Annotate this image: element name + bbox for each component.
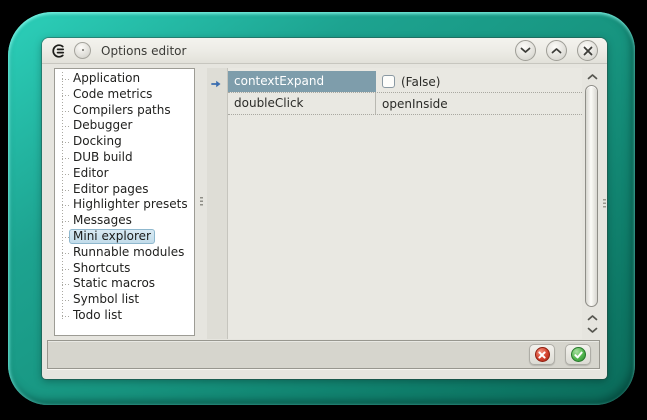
property-value-cell[interactable]: openInside xyxy=(376,93,582,114)
cancel-cross-icon xyxy=(535,347,550,362)
accept-button[interactable] xyxy=(565,344,591,365)
scroll-up-button-bottom[interactable] xyxy=(582,311,602,324)
sidebar-item-debugger[interactable]: Debugger xyxy=(55,118,194,134)
options-editor-window: Options editor Application Code metrics … xyxy=(42,38,607,379)
category-tree: Application Code metrics Compilers paths… xyxy=(55,69,194,324)
chevron-down-icon xyxy=(587,327,598,334)
sidebar-item-todo-list[interactable]: Todo list xyxy=(55,308,194,324)
chevron-up-icon xyxy=(587,73,598,80)
property-value-label: openInside xyxy=(382,94,448,114)
titlebar[interactable]: Options editor xyxy=(42,38,607,64)
property-grid: contextExpand (False) doubleClick openIn… xyxy=(207,68,602,339)
row-pointer-arrow-icon xyxy=(211,79,223,89)
close-button[interactable] xyxy=(577,40,598,61)
cancel-button[interactable] xyxy=(529,344,555,365)
sidebar-item-static-macros[interactable]: Static macros xyxy=(55,276,194,292)
sidebar-item-application[interactable]: Application xyxy=(55,71,194,87)
chevron-down-icon xyxy=(520,47,531,54)
property-row-contextexpand[interactable]: contextExpand (False) xyxy=(228,71,582,93)
window-menu-button[interactable] xyxy=(74,42,91,59)
shade-button[interactable] xyxy=(515,40,536,61)
scroll-up-button[interactable] xyxy=(582,70,602,83)
sidebar-item-editor-pages[interactable]: Editor pages xyxy=(55,182,194,198)
window-edge-grip[interactable] xyxy=(603,199,606,209)
app-logo-icon xyxy=(51,43,67,59)
property-row-doubleclick[interactable]: doubleClick openInside xyxy=(228,93,582,115)
sidebar-item-shortcuts[interactable]: Shortcuts xyxy=(55,261,194,277)
sidebar-item-messages[interactable]: Messages xyxy=(55,213,194,229)
vertical-scrollbar[interactable] xyxy=(582,68,602,339)
property-value-label: (False) xyxy=(401,72,441,92)
close-icon xyxy=(583,46,593,56)
scrollbar-thumb[interactable] xyxy=(585,85,598,307)
scroll-down-button[interactable] xyxy=(582,324,602,337)
sidebar-item-code-metrics[interactable]: Code metrics xyxy=(55,87,194,103)
property-grid-gutter xyxy=(207,68,228,339)
tree-grid-splitter[interactable] xyxy=(196,68,207,336)
property-grid-rows: contextExpand (False) doubleClick openIn… xyxy=(228,68,582,339)
property-value-cell[interactable]: (False) xyxy=(376,71,582,92)
sidebar-item-mini-explorer[interactable]: Mini explorer xyxy=(55,229,194,245)
client-area: Application Code metrics Compilers paths… xyxy=(42,65,607,379)
sidebar-item-runnable-modules[interactable]: Runnable modules xyxy=(55,245,194,261)
category-tree-panel: Application Code metrics Compilers paths… xyxy=(54,68,195,336)
checkbox-unchecked-icon[interactable] xyxy=(382,75,395,88)
property-name[interactable]: contextExpand xyxy=(228,71,376,92)
sidebar-item-docking[interactable]: Docking xyxy=(55,134,194,150)
sidebar-item-symbol-list[interactable]: Symbol list xyxy=(55,292,194,308)
sidebar-item-highlighter-presets[interactable]: Highlighter presets xyxy=(55,197,194,213)
sidebar-item-editor[interactable]: Editor xyxy=(55,166,194,182)
accept-check-icon xyxy=(571,347,586,362)
chevron-up-icon xyxy=(551,47,562,54)
sidebar-item-dub-build[interactable]: DUB build xyxy=(55,150,194,166)
bottom-button-bar xyxy=(47,340,600,369)
unshade-button[interactable] xyxy=(546,40,567,61)
chevron-up-icon xyxy=(587,314,598,321)
sidebar-item-compilers-paths[interactable]: Compilers paths xyxy=(55,103,194,119)
property-name[interactable]: doubleClick xyxy=(228,93,376,114)
window-title: Options editor xyxy=(101,44,186,58)
